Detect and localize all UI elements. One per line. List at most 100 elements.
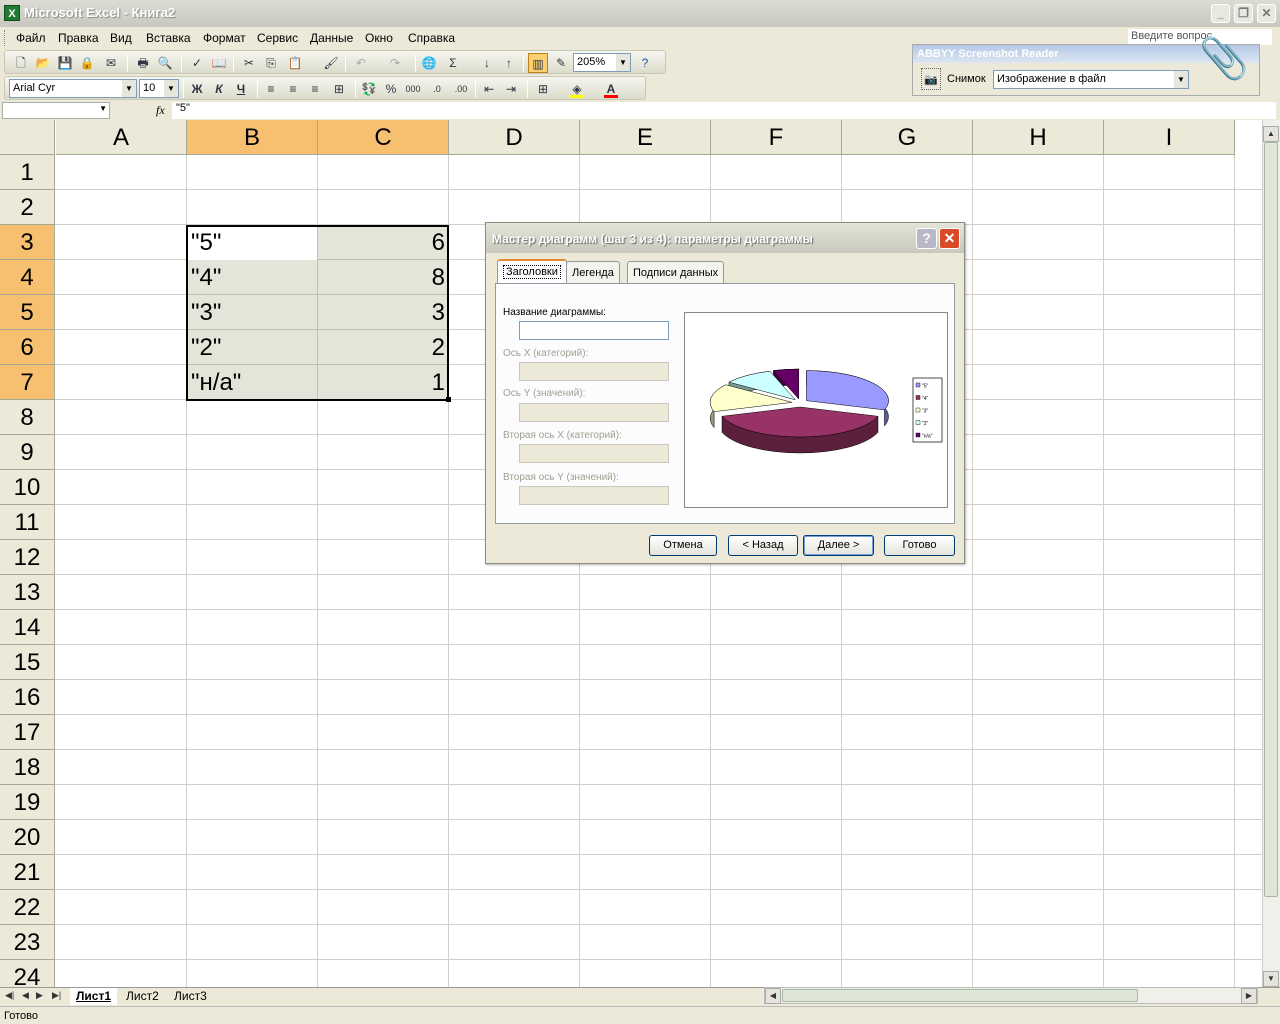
cell-b4[interactable]: "4" <box>187 260 318 295</box>
abbyy-mode-select[interactable]: Изображение в файл ▼ <box>993 70 1189 89</box>
row-header-19[interactable]: 19 <box>0 785 55 820</box>
copy-icon[interactable]: ⎘ <box>261 53 281 73</box>
camera-icon[interactable]: 📷 <box>921 68 941 90</box>
horizontal-scroll-thumb[interactable] <box>782 989 1138 1002</box>
cell-c6[interactable]: 2 <box>318 330 449 365</box>
sort-descending-icon[interactable]: ↑ <box>499 53 519 73</box>
cell-b7[interactable]: "н/а" <box>187 365 318 400</box>
formula-input[interactable]: "5" <box>172 102 1276 119</box>
dialog-close-button[interactable]: ✕ <box>939 228 960 249</box>
row-header-20[interactable]: 20 <box>0 820 55 855</box>
row-header-1[interactable]: 1 <box>0 155 55 190</box>
row-header-3[interactable]: 3 <box>0 225 55 260</box>
close-button[interactable]: ✕ <box>1257 4 1276 23</box>
percent-button[interactable]: % <box>381 79 401 99</box>
row-header-24[interactable]: 24 <box>0 960 55 987</box>
spelling-icon[interactable]: ✓ <box>187 53 207 73</box>
menu-window[interactable]: Окно <box>365 31 393 45</box>
research-icon[interactable]: 📖 <box>209 53 229 73</box>
column-header-f[interactable]: F <box>711 120 842 155</box>
menu-file[interactable]: Файл <box>16 31 46 45</box>
office-assistant-icon[interactable]: 📎 <box>1199 35 1249 95</box>
row-header-8[interactable]: 8 <box>0 400 55 435</box>
redo-icon[interactable]: ↷ <box>385 53 405 73</box>
chart-title-input[interactable] <box>519 321 669 340</box>
autosum-icon[interactable]: Σ <box>443 53 463 73</box>
decrease-decimal-icon[interactable]: .00 <box>451 79 471 99</box>
back-button[interactable]: < Назад <box>728 535 798 556</box>
maximize-button[interactable]: ❐ <box>1234 4 1253 23</box>
tab-legend[interactable]: Легенда <box>566 261 620 283</box>
print-icon[interactable]: 🖶 <box>133 53 153 73</box>
row-header-2[interactable]: 2 <box>0 190 55 225</box>
minimize-button[interactable]: _ <box>1211 4 1230 23</box>
cut-icon[interactable]: ✂ <box>239 53 259 73</box>
underline-button[interactable]: Ч <box>231 79 251 99</box>
column-header-e[interactable]: E <box>580 120 711 155</box>
menu-data[interactable]: Данные <box>310 31 353 45</box>
permission-icon[interactable]: 🔒 <box>77 53 97 73</box>
format-painter-icon[interactable]: 🖌 <box>321 53 341 73</box>
new-icon[interactable]: 🗋 <box>11 53 31 73</box>
column-header-h[interactable]: H <box>973 120 1104 155</box>
scroll-down-icon[interactable]: ▼ <box>1263 971 1279 987</box>
merge-center-icon[interactable]: ⊞ <box>329 79 349 99</box>
menu-format[interactable]: Формат <box>203 31 246 45</box>
row-header-16[interactable]: 16 <box>0 680 55 715</box>
row-header-6[interactable]: 6 <box>0 330 55 365</box>
increase-indent-icon[interactable]: ⇥ <box>501 79 521 99</box>
cell-c4[interactable]: 8 <box>318 260 449 295</box>
column-header-g[interactable]: G <box>842 120 973 155</box>
print-preview-icon[interactable]: 🔍 <box>155 53 175 73</box>
finish-button[interactable]: Готово <box>884 535 955 556</box>
tab-titles[interactable]: Заголовки <box>497 259 567 284</box>
cell-b3[interactable]: "5" <box>187 225 318 260</box>
italic-button[interactable]: К <box>209 79 229 99</box>
cell-b5[interactable]: "3" <box>187 295 318 330</box>
scroll-right-icon[interactable]: ▶ <box>1241 988 1257 1004</box>
cell-b6[interactable]: "2" <box>187 330 318 365</box>
row-header-13[interactable]: 13 <box>0 575 55 610</box>
function-icon[interactable]: fx <box>156 103 165 118</box>
chart-wizard-icon[interactable]: ▥ <box>528 53 548 73</box>
row-header-23[interactable]: 23 <box>0 925 55 960</box>
font-name-select[interactable]: Arial Cyr ▼ <box>9 79 137 98</box>
row-header-10[interactable]: 10 <box>0 470 55 505</box>
select-all-corner[interactable] <box>0 120 55 155</box>
font-size-select[interactable]: 10 ▼ <box>139 79 179 98</box>
sheet-tab-2[interactable]: Лист2 <box>120 988 165 1005</box>
cell-c5[interactable]: 3 <box>318 295 449 330</box>
column-header-i[interactable]: I <box>1104 120 1235 155</box>
row-header-7[interactable]: 7 <box>0 365 55 400</box>
next-sheet-icon[interactable]: ▶ <box>36 990 43 1001</box>
email-icon[interactable]: ✉ <box>101 53 121 73</box>
menu-tools[interactable]: Сервис <box>257 31 298 45</box>
first-sheet-icon[interactable]: ◀| <box>5 990 14 1001</box>
row-header-21[interactable]: 21 <box>0 855 55 890</box>
menu-edit[interactable]: Правка <box>58 31 99 45</box>
sheet-tab-3[interactable]: Лист3 <box>168 988 213 1005</box>
tab-data-labels[interactable]: Подписи данных <box>627 261 725 283</box>
next-button[interactable]: Далее > <box>803 535 874 556</box>
help-icon[interactable]: ? <box>635 53 655 73</box>
column-header-b[interactable]: B <box>187 120 318 155</box>
align-right-icon[interactable]: ≡ <box>305 79 325 99</box>
fill-handle[interactable] <box>446 397 451 402</box>
menu-view[interactable]: Вид <box>110 31 132 45</box>
row-header-18[interactable]: 18 <box>0 750 55 785</box>
column-header-a[interactable]: A <box>56 120 187 155</box>
cell-c7[interactable]: 1 <box>318 365 449 400</box>
row-header-9[interactable]: 9 <box>0 435 55 470</box>
scroll-up-icon[interactable]: ▲ <box>1263 126 1279 142</box>
bold-button[interactable]: Ж <box>187 79 207 99</box>
scroll-left-icon[interactable]: ◀ <box>765 988 781 1004</box>
column-header-c[interactable]: C <box>318 120 449 155</box>
dialog-help-button[interactable]: ? <box>916 228 937 249</box>
decrease-indent-icon[interactable]: ⇤ <box>479 79 499 99</box>
row-header-4[interactable]: 4 <box>0 260 55 295</box>
zoom-select[interactable]: 205% ▼ <box>573 53 631 72</box>
row-header-12[interactable]: 12 <box>0 540 55 575</box>
prev-sheet-icon[interactable]: ◀ <box>22 990 29 1001</box>
cancel-button[interactable]: Отмена <box>649 535 717 556</box>
currency-icon[interactable]: 💱 <box>359 79 379 99</box>
